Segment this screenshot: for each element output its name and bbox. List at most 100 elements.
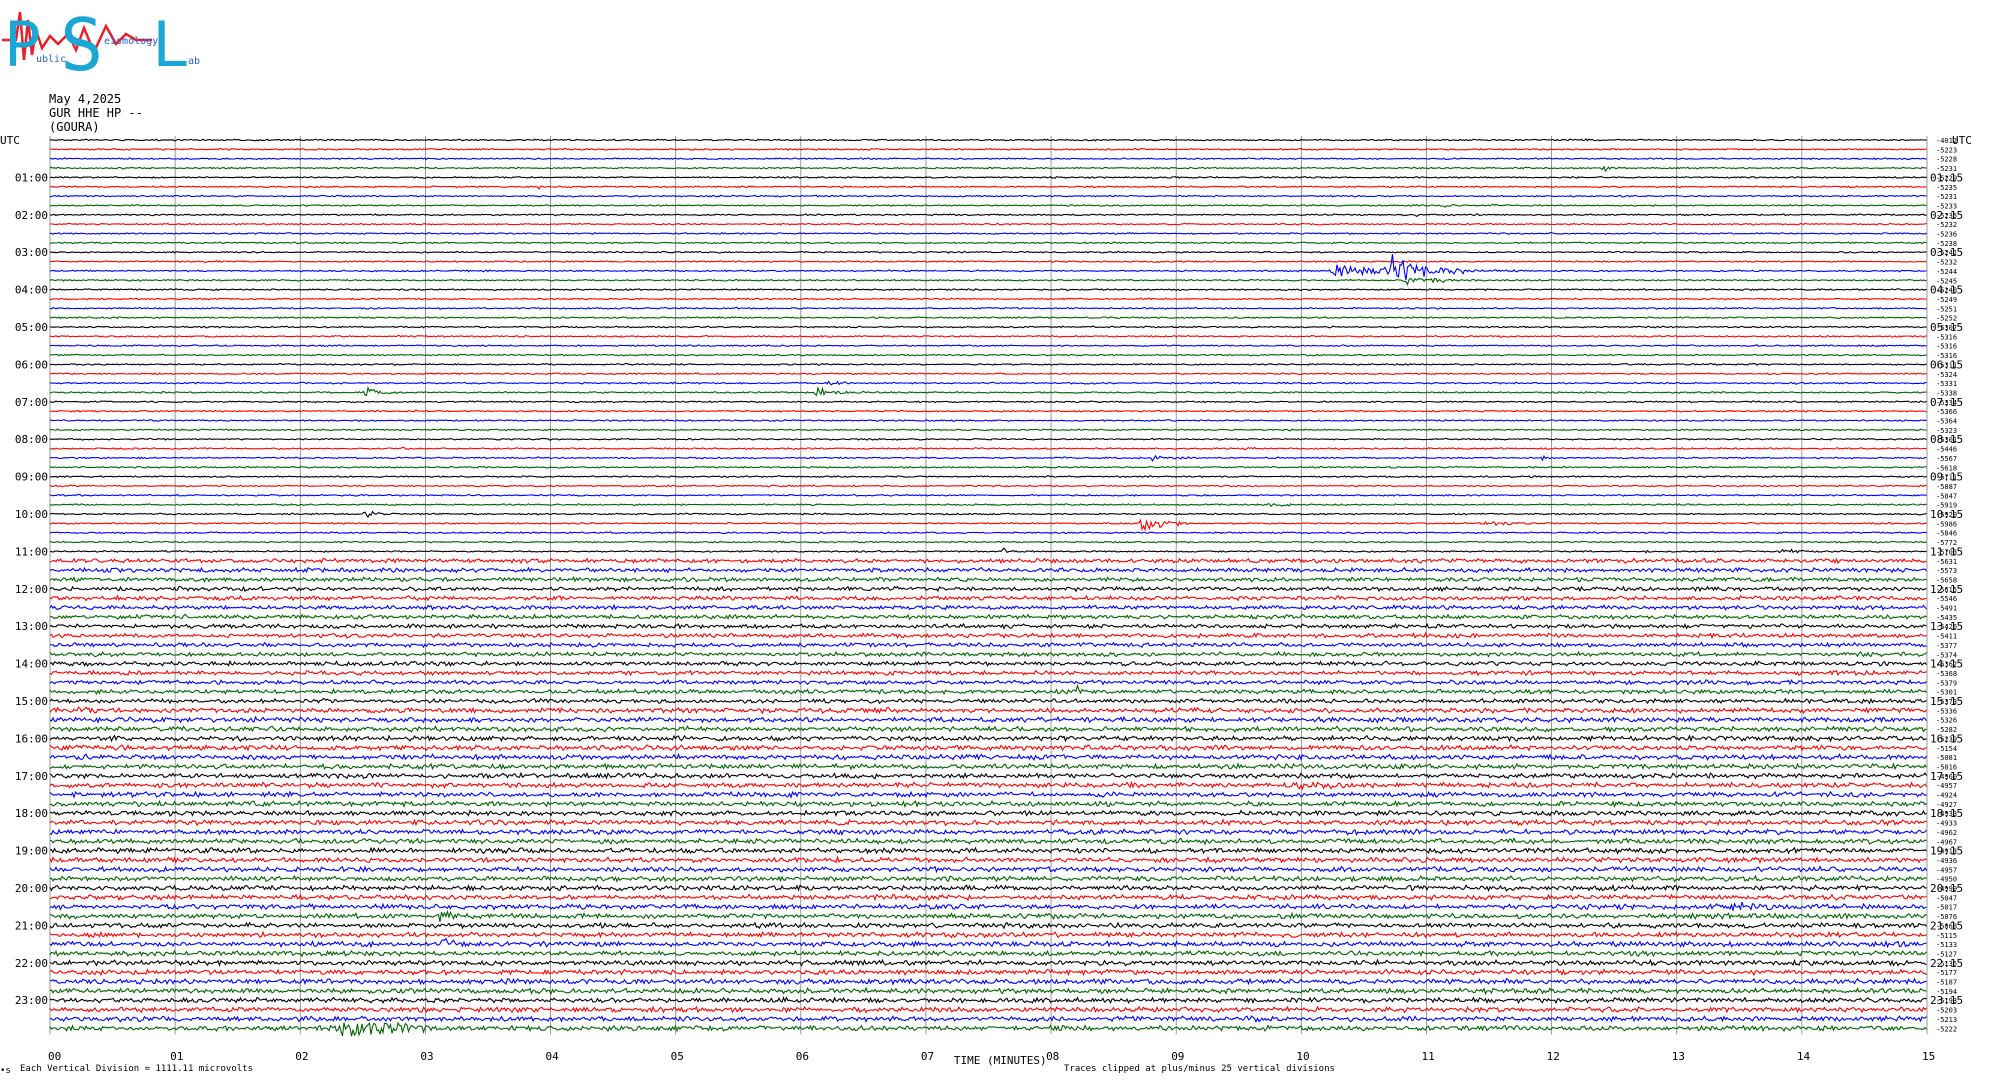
- left-hour-label: 03:00: [15, 246, 48, 259]
- x-tick-label: 04: [546, 1050, 560, 1063]
- left-hour-label: 21:00: [15, 919, 48, 932]
- trace-2: [49, 147, 1927, 151]
- trace-75: [49, 827, 1927, 836]
- right-hour-label: 21:15: [1930, 919, 1963, 932]
- trace-18: [49, 297, 1927, 301]
- left-hour-label: 19:00: [15, 845, 48, 858]
- trace-45: [49, 547, 1927, 554]
- trace-19: [49, 306, 1927, 310]
- trace-value-83: -5017: [1936, 904, 1957, 912]
- trace-82: [49, 893, 1927, 902]
- right-hour-label: 11:15: [1930, 545, 1963, 558]
- x-tick-label: 02: [295, 1050, 308, 1063]
- trace-81: [49, 883, 1927, 892]
- right-hour-label: 04:15: [1930, 284, 1963, 297]
- trace-59: [49, 678, 1927, 686]
- right-hour-label: 06:15: [1930, 358, 1963, 371]
- x-tick-label: 00: [48, 1050, 61, 1063]
- right-hour-label: 13:15: [1930, 620, 1963, 633]
- trace-52: [50, 613, 1927, 621]
- trace-value-95: -5213: [1936, 1016, 1957, 1024]
- trace-32: [49, 428, 1927, 432]
- trace-value-59: -5379: [1936, 679, 1957, 687]
- trace-38: [49, 484, 1927, 488]
- trace-value-86: -5115: [1936, 932, 1957, 940]
- trace-value-19: -5251: [1936, 305, 1957, 313]
- left-hour-label: 05:00: [15, 321, 48, 334]
- trace-value-94: -5203: [1936, 1007, 1957, 1015]
- trace-49: [49, 585, 1927, 593]
- trace-13: [49, 250, 1927, 254]
- x-tick-label: 12: [1547, 1050, 1560, 1063]
- trace-77: [49, 846, 1927, 855]
- trace-value-42: -5986: [1936, 520, 1957, 528]
- trace-73: [49, 809, 1927, 818]
- trace-89: [49, 958, 1927, 967]
- right-hour-label: 07:15: [1930, 396, 1963, 409]
- trace-25: [49, 362, 1927, 366]
- trace-71: [49, 790, 1927, 799]
- trace-48: [49, 576, 1927, 583]
- trace-value-27: -5331: [1936, 380, 1957, 388]
- trace-value-11: -5236: [1936, 231, 1957, 239]
- trace-67: [49, 752, 1927, 762]
- right-hour-label: 17:15: [1930, 770, 1963, 783]
- trace-70: [49, 780, 1927, 791]
- right-hour-label: 16:15: [1930, 732, 1963, 745]
- trace-value-30: -5366: [1936, 408, 1957, 416]
- trace-value-31: -5364: [1936, 418, 1957, 426]
- trace-94: [49, 1005, 1927, 1014]
- trace-93: [49, 996, 1927, 1005]
- trace-57: [49, 659, 1927, 668]
- trace-6: [49, 185, 1927, 191]
- trace-8: [49, 203, 1927, 208]
- trace-value-58: -5368: [1936, 670, 1957, 678]
- footer-corner-mark: •s: [0, 1066, 11, 1076]
- trace-value-39: -5847: [1936, 492, 1957, 500]
- trace-value-26: -5324: [1936, 371, 1957, 379]
- trace-16: [49, 277, 1927, 286]
- trace-90: [49, 968, 1927, 977]
- left-hour-label: 14:00: [15, 658, 48, 671]
- left-axis-title: UTC: [0, 134, 20, 147]
- trace-value-2: -5223: [1936, 146, 1957, 154]
- trace-12: [49, 241, 1927, 245]
- footer-vertical-division: Each Vertical Division = 1111.11 microvo…: [20, 1064, 253, 1074]
- trace-23: [50, 344, 1927, 348]
- trace-39: [49, 493, 1927, 497]
- trace-85: [49, 921, 1927, 930]
- right-hour-label: 01:15: [1930, 171, 1963, 184]
- right-hour-label: 15:15: [1930, 695, 1963, 708]
- trace-95: [49, 1014, 1927, 1023]
- trace-69: [49, 771, 1927, 780]
- trace-value-34: -5446: [1936, 446, 1957, 454]
- trace-37: [49, 475, 1927, 479]
- x-tick-label: 07: [921, 1050, 934, 1063]
- trace-7: [49, 194, 1927, 198]
- right-hour-label: 05:15: [1930, 321, 1963, 334]
- trace-66: [49, 743, 1927, 752]
- left-hour-label: 06:00: [15, 358, 48, 371]
- left-hour-label: 11:00: [15, 545, 48, 558]
- trace-56: [49, 650, 1927, 658]
- trace-11: [49, 231, 1927, 236]
- trace-78: [49, 855, 1927, 865]
- left-hour-label: 22:00: [15, 957, 48, 970]
- trace-value-62: -5336: [1936, 707, 1957, 715]
- trace-29: [49, 400, 1927, 404]
- trace-10: [49, 222, 1927, 226]
- trace-value-63: -5326: [1936, 717, 1957, 725]
- x-tick-label: 14: [1797, 1050, 1811, 1063]
- trace-35: [49, 454, 1927, 462]
- x-tick-label: 11: [1421, 1050, 1434, 1063]
- left-hour-label: 15:00: [15, 695, 48, 708]
- trace-value-6: -5235: [1936, 184, 1957, 192]
- trace-33: [49, 437, 1927, 441]
- trace-47: [49, 566, 1927, 574]
- right-hour-label: 02:15: [1930, 209, 1963, 222]
- trace-91: [50, 977, 1927, 986]
- trace-24: [49, 353, 1927, 357]
- trace-3: [49, 157, 1927, 161]
- trace-5: [49, 175, 1927, 179]
- trace-value-90: -5177: [1936, 969, 1957, 977]
